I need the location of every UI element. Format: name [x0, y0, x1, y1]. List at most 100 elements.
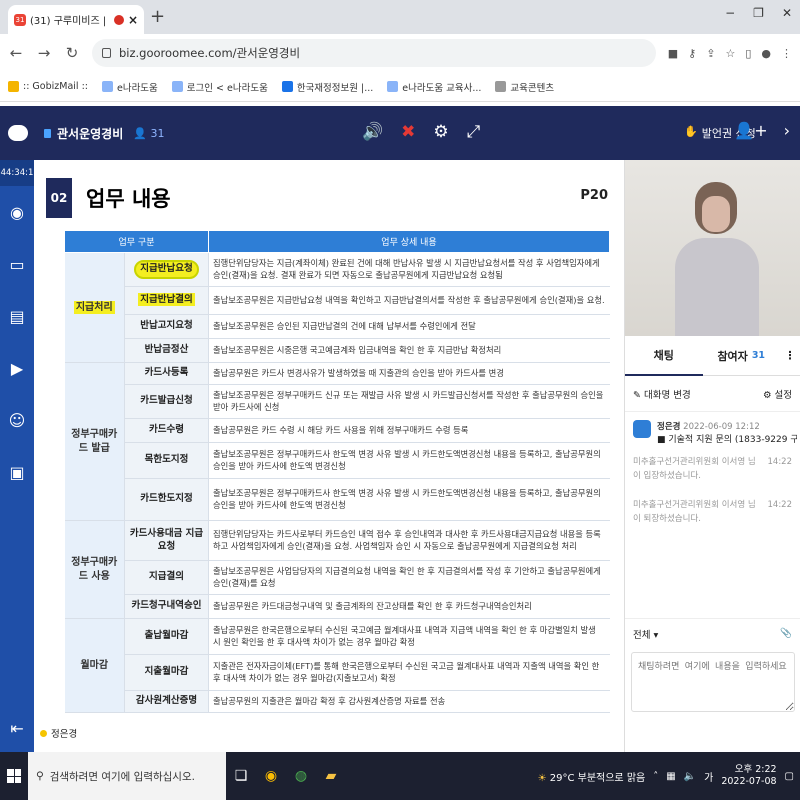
lock-icon [102, 48, 111, 58]
chat-settings-button[interactable]: ⚙ 설정 [763, 387, 792, 401]
browser-tab[interactable]: 31 (31) 구루미비즈 | 대한민국 × [8, 5, 144, 34]
folder-icon: ▰ [325, 768, 337, 784]
chrome-taskbar-button[interactable]: ◉ [256, 752, 286, 800]
bookmark-item[interactable]: e나라도움 [101, 80, 158, 94]
clock[interactable]: 오후 2:22 2022-07-08 [721, 764, 776, 789]
subtask-cell: 지급반납결의 [124, 286, 210, 315]
caret-down-icon: ▾ [653, 629, 659, 641]
speaker-icon[interactable]: 🔊 [362, 122, 383, 142]
notification-icon[interactable]: ▢ [785, 771, 794, 782]
tab-chat[interactable]: 채팅 [625, 336, 703, 376]
reload-button[interactable]: ↻ [64, 44, 80, 62]
chat-input[interactable] [631, 652, 795, 712]
sidebar-icon[interactable]: ▯ [745, 47, 751, 60]
new-tab-button[interactable]: + [150, 6, 165, 27]
presenter-tag: 정은경 [40, 726, 77, 740]
table-row: 지급결의 출납보조공무원은 사업담당자의 지급결의요청 내역을 확인 한 후 지… [65, 560, 610, 595]
detail-cell: 집행단위담당자는 카드사로부터 카드승인 내역 접수 후 승인내역과 대사한 후… [208, 520, 610, 561]
webcam-video[interactable] [625, 160, 800, 336]
subtask-cell: 반납금정산 [124, 338, 210, 363]
share-icon[interactable]: ⇪ [706, 47, 715, 60]
room-title: 관서운영경비 [44, 125, 123, 142]
bookmark-item[interactable]: 교육콘텐츠 [495, 80, 554, 94]
bookmark-item[interactable]: :: GobizMail :: [8, 81, 88, 92]
contacts-button[interactable]: ▣ [0, 446, 34, 498]
detail-cell: 집행단위담당자는 지급(계좌이체) 완료된 건에 대해 반납사유 발생 시 지급… [208, 252, 610, 287]
back-button[interactable]: ← [8, 44, 24, 62]
detail-cell: 출납보조공무원은 정부구매카드사 한도액 변경 사유 발생 시 카드한도액변경신… [208, 478, 610, 521]
chat-tools: ✎ 대화명 변경 ⚙ 설정 [625, 376, 800, 412]
subtask-cell: 반납고지요청 [124, 314, 210, 339]
screen-share-button[interactable]: ▭ [0, 238, 34, 290]
exit-button[interactable]: ⇤ [0, 708, 34, 748]
profile-avatar-icon[interactable]: ● [761, 47, 771, 60]
url-text: biz.gooroomee.com/관서운영경비 [119, 46, 301, 60]
key-icon[interactable]: ⚷ [688, 47, 696, 60]
hand-icon: ✋ [684, 125, 698, 138]
subtask-cell: 카드사등록 [124, 362, 210, 385]
table-row: 카드한도지정 출납보조공무원은 정부구매카드사 한도액 변경 사유 발생 시 카… [65, 478, 610, 521]
close-window-button[interactable]: ✕ [782, 6, 792, 20]
detail-cell: 출납공무원은 카드대금청구내역 및 출금계좌의 잔고상태를 확인 한 후 카드청… [208, 594, 610, 619]
app-taskbar-button[interactable]: ◍ [286, 752, 316, 800]
network-icon[interactable]: ▦ [666, 771, 675, 782]
task-view-button[interactable]: ❏ [226, 752, 256, 800]
document-button[interactable]: ▤ [0, 290, 34, 342]
col-header-category: 업무 구분 [63, 230, 210, 253]
star-icon[interactable]: ☆ [725, 47, 735, 60]
meeting-header: 관서운영경비 👤 31 🔊 ✖ ⚙ ⤢ ✋ 발언권 신청 👤+ › [0, 106, 800, 160]
menu-icon[interactable]: ⋮ [781, 47, 792, 60]
app-logo[interactable] [0, 106, 36, 160]
bookmark-item[interactable]: 한국재정정보원 |... [281, 80, 373, 94]
window-controls: − ❐ ✕ [725, 6, 792, 20]
lock-icon [44, 128, 51, 138]
more-options-icon[interactable]: ⋮ [780, 349, 800, 362]
category-cell: 정부구매카드 사용 [64, 520, 125, 619]
minimize-button[interactable]: − [725, 6, 735, 20]
detail-cell: 출납공무원은 카드 수령 시 해당 카드 사용을 위해 정부구매카드 수령 등록 [208, 418, 610, 443]
page-number: P20 [580, 188, 608, 203]
explorer-taskbar-button[interactable]: ▰ [316, 752, 346, 800]
bookmark-item[interactable]: e나라도움 교육사... [387, 80, 481, 94]
taskbar-search[interactable]: ⚲ 검색하려면 여기에 입력하십시오. [28, 752, 226, 800]
table-row: 지급처리 지급반납요청 집행단위담당자는 지급(계좌이체) 완료된 건에 대해 … [64, 252, 610, 363]
start-button[interactable] [0, 752, 28, 800]
detail-cell: 출납공무원은 한국은행으로부터 수신된 국고예금 월계대사표 내역과 지급액 내… [208, 618, 610, 655]
detail-cell: 출납공무원의 지출관은 월마감 확정 후 감사원계산증명 자료를 전송 [208, 690, 610, 713]
subtask-cell: 카드한도지정 [124, 478, 210, 521]
rename-button[interactable]: ✎ 대화명 변경 [633, 387, 691, 401]
close-tab-icon[interactable]: × [128, 13, 138, 27]
gear-icon[interactable]: ⚙ [433, 122, 448, 142]
volume-icon[interactable]: 🔈 [684, 771, 696, 782]
fis-logo-icon [281, 81, 293, 92]
forward-button[interactable]: → [36, 44, 52, 62]
chevron-right-icon[interactable]: › [784, 121, 790, 140]
restore-button[interactable]: ❐ [753, 6, 764, 20]
camera-icon[interactable]: ■ [668, 47, 678, 60]
tab-title: (31) 구루미비즈 | 대한민국 [30, 16, 110, 27]
camera-off-icon[interactable]: ✖ [401, 122, 415, 142]
ime-icon[interactable]: 가 [704, 769, 713, 784]
subtask-cell: 카드사용대금 지급요청 [124, 520, 210, 561]
subtask-cell: 카드수령 [124, 418, 210, 443]
message-time: 2022-06-09 12:12 [683, 422, 760, 432]
bookmark-item[interactable]: 로그인 < e나라도움 [171, 80, 268, 94]
system-message: 미추홀구선거관리위원회 이서영 님이 입장하셨습니다. 14:22 [633, 457, 792, 482]
detail-cell: 출납보조공무원은 승인된 지급반납결의 건에 대해 납부서를 수령인에게 전달 [208, 314, 610, 339]
tab-participants[interactable]: 참여자 31 [703, 336, 781, 376]
presentation-button[interactable]: ▶ [0, 342, 34, 394]
profile-button[interactable]: ◉ [0, 186, 34, 238]
emoji-button[interactable]: ☺ [0, 394, 34, 446]
detail-cell: 출납공무원은 카드사 변경사유가 발생하였을 때 지출관의 승인을 받아 카드사… [208, 362, 610, 385]
attach-icon[interactable]: 📎 [780, 628, 792, 639]
add-user-icon[interactable]: 👤+ [734, 121, 767, 140]
participants-count: 31 [751, 350, 766, 361]
chat-messages[interactable]: 정은경 2022-06-09 12:12 ■ 기술적 지원 문의 (1833-9… [625, 412, 800, 618]
chat-target-select[interactable]: 전체 ▾ 📎 [625, 618, 800, 648]
chevron-up-icon[interactable]: ˄ [653, 771, 658, 782]
category-cell: 지급처리 [64, 252, 125, 363]
weather-widget[interactable]: ☀ 29°C 부분적으로 맑음 [538, 769, 646, 784]
fullscreen-icon[interactable]: ⤢ [467, 122, 481, 142]
bookmarks-bar: :: GobizMail :: e나라도움 로그인 < e나라도움 한국재정정보… [0, 72, 800, 102]
url-field[interactable]: biz.gooroomee.com/관서운영경비 [92, 39, 656, 67]
